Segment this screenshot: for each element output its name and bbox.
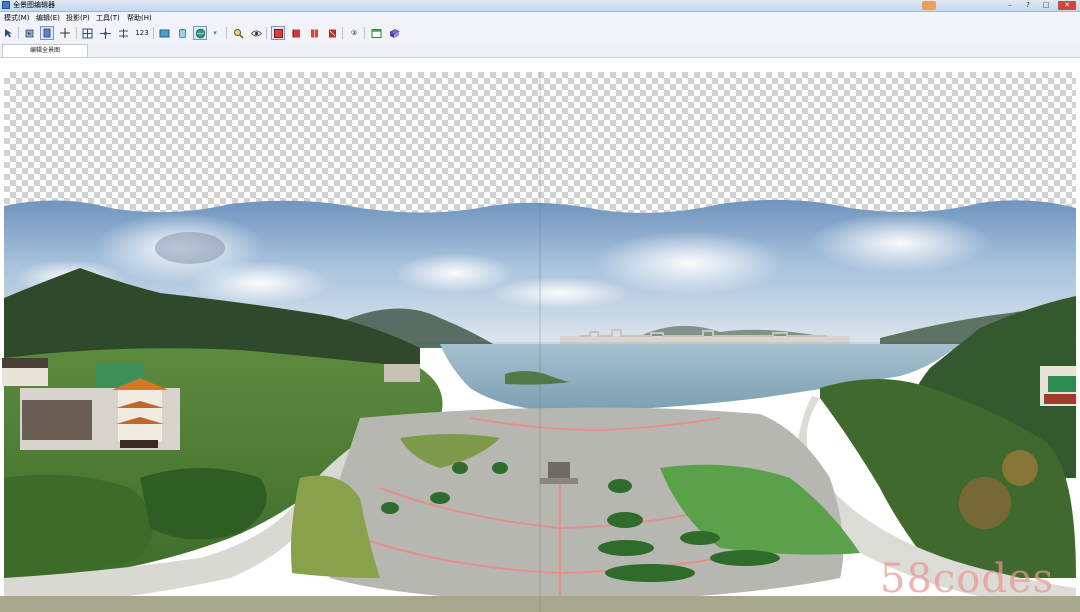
toolbar: 123 ▾ ③: [0, 24, 1080, 44]
globe-icon[interactable]: [193, 26, 207, 40]
maximize-icon[interactable]: □: [1040, 1, 1052, 10]
shrub: [452, 462, 468, 474]
select-arrow-icon[interactable]: [2, 26, 16, 40]
toolbar-separator: [153, 27, 154, 39]
window-icon[interactable]: [369, 26, 383, 40]
flag-red-1-icon[interactable]: [271, 26, 285, 40]
autumn-tree: [959, 477, 1011, 529]
cloud: [490, 277, 630, 309]
image-icon[interactable]: [157, 26, 171, 40]
notification-icon[interactable]: [922, 1, 936, 10]
window-title: 全景图编辑器: [13, 1, 55, 9]
temple-sign: [120, 440, 158, 448]
circled-3-text: ③: [350, 28, 358, 37]
building: [2, 368, 48, 386]
hand-pan-icon[interactable]: [40, 26, 54, 40]
shrub: [710, 550, 780, 566]
toolbar-separator: [266, 27, 267, 39]
autumn-tree: [1002, 450, 1038, 486]
menu-tools[interactable]: 工具(T): [96, 12, 120, 24]
toolbar-separator: [76, 27, 77, 39]
shrub: [607, 512, 643, 528]
toolbar-separator: [18, 27, 19, 39]
temple-roof: [22, 400, 92, 440]
tab-edit-panorama[interactable]: 编辑全景图: [2, 44, 88, 57]
watermark: 58codes: [880, 556, 1055, 602]
number-label-icon[interactable]: 123: [133, 26, 151, 40]
close-icon[interactable]: ✕: [1058, 1, 1076, 10]
circled-3-icon[interactable]: ③: [347, 26, 361, 40]
eye-icon[interactable]: [249, 26, 263, 40]
flag-red-4-icon[interactable]: [325, 26, 339, 40]
shrub: [608, 479, 632, 493]
panorama-image: [0, 72, 1080, 612]
control-points-icon[interactable]: [98, 26, 112, 40]
shrub: [381, 502, 399, 514]
tab-strip: 编辑全景图: [0, 43, 1080, 58]
cloud: [190, 261, 330, 305]
toolbar-separator: [342, 27, 343, 39]
menu-mode[interactable]: 模式(M): [4, 12, 30, 24]
help-icon[interactable]: ?: [1022, 1, 1034, 10]
magnifier-icon[interactable]: [231, 26, 245, 40]
menu-bar: 模式(M) 编辑(E) 投影(P) 工具(T) 帮助(H): [0, 12, 1080, 24]
monument: [548, 462, 570, 480]
cylinder-icon[interactable]: [175, 26, 189, 40]
shrub: [598, 540, 654, 556]
panorama-canvas[interactable]: 58codes: [0, 58, 1080, 612]
dark-cloud: [155, 232, 225, 264]
menu-help[interactable]: 帮助(H): [127, 12, 152, 24]
building: [384, 364, 420, 382]
cloud: [595, 231, 785, 295]
shrub: [605, 564, 695, 582]
shrub: [680, 531, 720, 545]
shrub: [492, 462, 508, 474]
flag-red-3-icon[interactable]: [307, 26, 321, 40]
number-label-text: 123: [135, 28, 149, 37]
toolbar-separator: [226, 27, 227, 39]
pagoda-body: [118, 390, 162, 442]
menu-edit[interactable]: 编辑(E): [36, 12, 60, 24]
minimize-icon[interactable]: –: [1004, 1, 1016, 10]
app-icon: [2, 1, 10, 9]
cloud: [810, 213, 990, 273]
toolbar-separator: [364, 27, 365, 39]
flag-red-2-icon[interactable]: [289, 26, 303, 40]
export-icon[interactable]: [387, 26, 401, 40]
title-bar: 全景图编辑器 – ? □ ✕: [0, 0, 1080, 12]
dropdown-arrow-icon[interactable]: ▾: [210, 26, 220, 40]
align-icon[interactable]: [116, 26, 130, 40]
shrub: [430, 492, 450, 504]
crosshair-icon[interactable]: [58, 26, 72, 40]
fit-view-icon[interactable]: [80, 26, 94, 40]
menu-project[interactable]: 投影(P): [66, 12, 90, 24]
rotate-view-icon[interactable]: [22, 26, 36, 40]
